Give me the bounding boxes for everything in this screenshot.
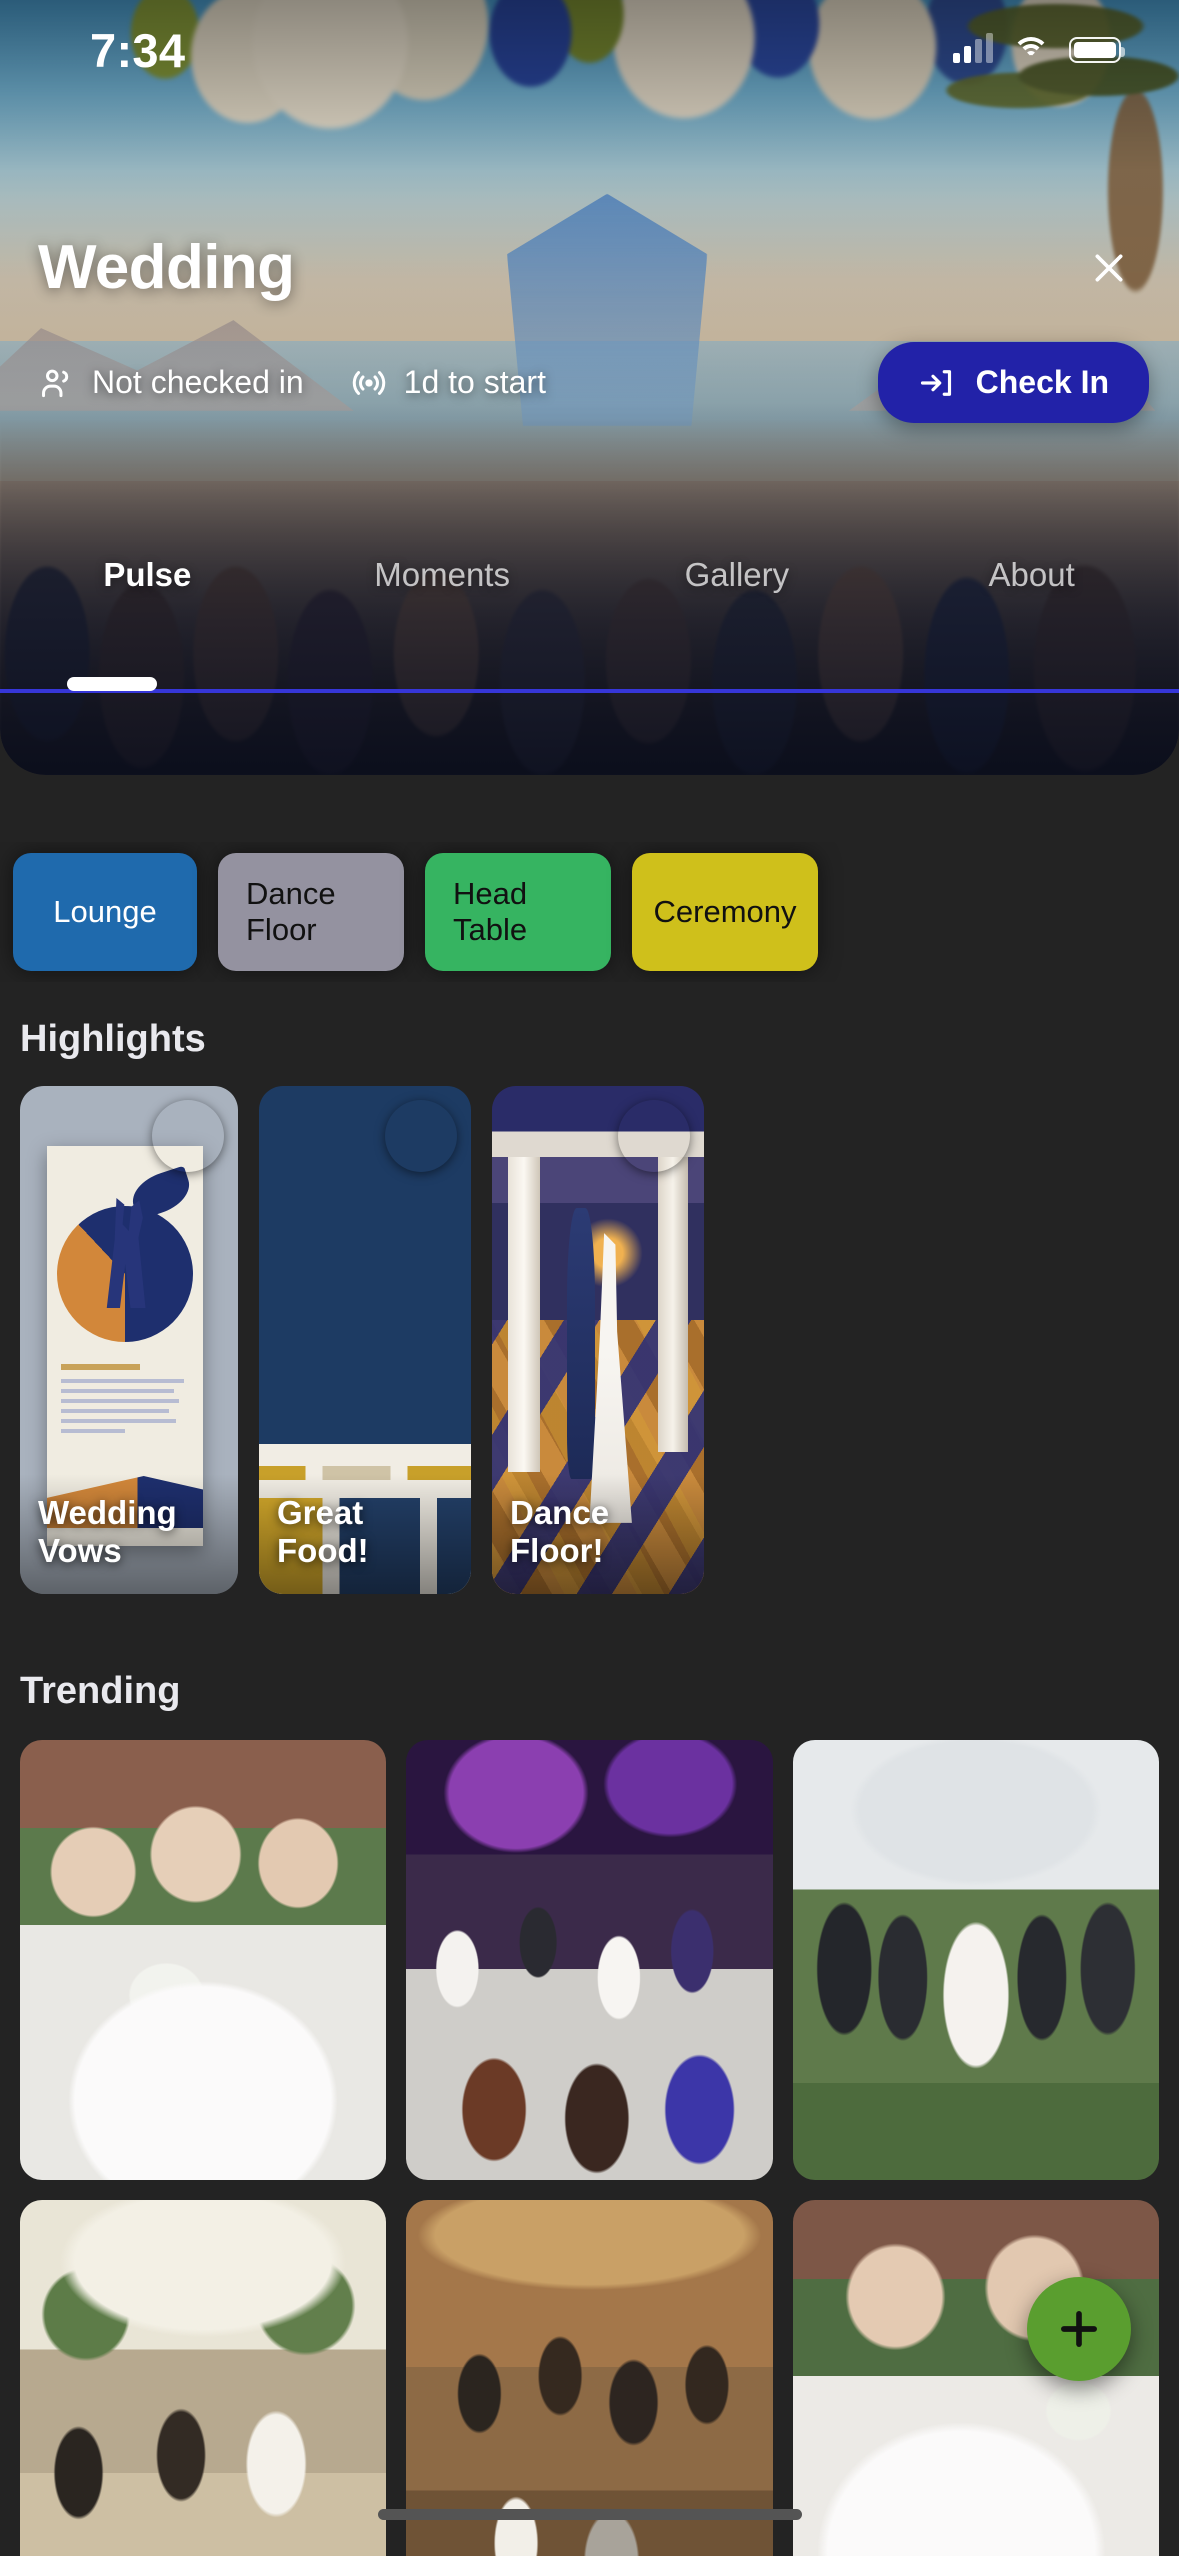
wifi-icon <box>1012 36 1050 64</box>
status-bar-clock: 7:34 <box>90 23 186 77</box>
highlights-section-title: Highlights <box>20 1018 206 1060</box>
highlight-card-label: Wedding Vows <box>20 1474 238 1594</box>
app-screen: 7:34 Wedding Not checked in 1d to start … <box>0 0 1179 2556</box>
broadcast-icon <box>352 370 385 395</box>
plus-icon <box>1061 2311 1097 2347</box>
tab-gallery-label: Gallery <box>684 556 790 593</box>
check-in-button[interactable]: Check In <box>877 342 1149 423</box>
tab-bar: Pulse Moments Gallery About <box>0 556 1179 693</box>
trending-grid <box>20 1740 1159 2556</box>
trending-tile[interactable] <box>792 1740 1159 2180</box>
event-hero-banner: 7:34 Wedding Not checked in 1d to start … <box>0 0 1179 775</box>
cellular-signal-icon <box>953 33 993 63</box>
tab-about-label: About <box>988 556 1075 593</box>
tab-pulse-label: Pulse <box>103 556 192 593</box>
highlight-card-dance-floor[interactable]: Dance Floor! <box>492 1086 704 1594</box>
zone-chip-lounge[interactable]: Lounge <box>13 853 197 971</box>
hero-title-row: Wedding <box>38 232 1141 303</box>
trending-tile[interactable] <box>20 1740 387 2180</box>
zone-chip-ceremony[interactable]: Ceremony <box>632 853 818 971</box>
avatar <box>385 1100 457 1172</box>
close-icon <box>1095 254 1123 281</box>
checkin-status: Not checked in <box>38 364 304 402</box>
event-countdown: 1d to start <box>350 364 546 402</box>
zone-chip-label: Head Table <box>453 876 528 947</box>
highlight-card-wedding-vows[interactable]: Wedding Vows <box>20 1086 238 1594</box>
highlights-carousel[interactable]: Wedding Vows Great Food! Dance Floor! <box>20 1086 1179 1594</box>
home-indicator <box>377 2509 802 2520</box>
highlight-card-great-food[interactable]: Great Food! <box>259 1086 471 1594</box>
login-arrow-icon <box>920 369 951 396</box>
zone-chip-label: Ceremony <box>653 894 797 929</box>
hero-meta-row: Not checked in 1d to start Check In <box>38 342 1149 423</box>
highlight-card-label: Great Food! <box>259 1474 471 1594</box>
zone-chip-label: Lounge <box>53 894 157 929</box>
tab-pulse[interactable]: Pulse <box>0 556 295 632</box>
countdown-label: 1d to start <box>403 364 546 400</box>
tab-divider <box>0 689 1179 693</box>
battery-icon <box>1069 37 1125 63</box>
checkin-status-label: Not checked in <box>92 364 304 400</box>
people-icon <box>42 369 69 397</box>
check-in-button-label: Check In <box>975 364 1109 400</box>
trending-tile[interactable] <box>792 2200 1159 2556</box>
tab-moments[interactable]: Moments <box>295 556 590 632</box>
avatar <box>618 1100 690 1172</box>
zone-chip-label: Dance Floor <box>246 876 336 947</box>
status-bar: 7:34 <box>0 0 1179 100</box>
zone-chip-head-table[interactable]: Head Table <box>425 853 611 971</box>
tab-active-indicator <box>67 677 157 691</box>
trending-tile[interactable] <box>20 2200 387 2556</box>
page-title: Wedding <box>38 233 295 302</box>
highlight-card-label: Dance Floor! <box>492 1474 704 1594</box>
tab-about[interactable]: About <box>884 556 1179 632</box>
trending-tile[interactable] <box>406 1740 773 2180</box>
add-button[interactable] <box>1027 2277 1131 2381</box>
trending-section-title: Trending <box>20 1670 181 1712</box>
zone-chip-dance-floor[interactable]: Dance Floor <box>218 853 404 971</box>
close-button[interactable] <box>1077 236 1141 300</box>
zone-chip-list[interactable]: Lounge Dance Floor Head Table Ceremony <box>0 842 1179 982</box>
avatar <box>152 1100 224 1172</box>
trending-tile[interactable] <box>406 2200 773 2556</box>
tab-moments-label: Moments <box>374 556 510 593</box>
tab-gallery[interactable]: Gallery <box>590 556 885 632</box>
